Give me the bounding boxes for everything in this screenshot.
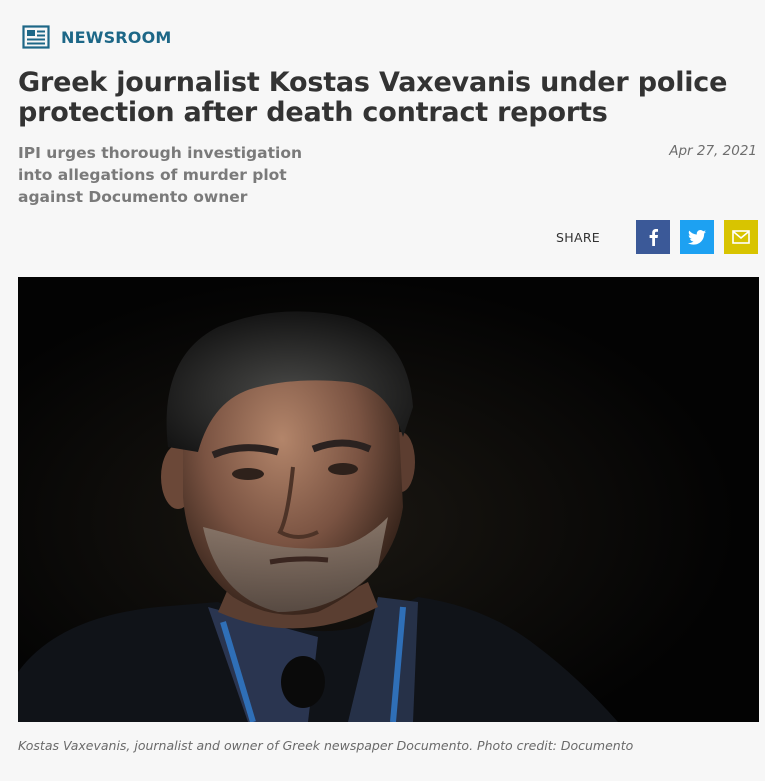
- publish-date: Apr 27, 2021: [669, 143, 757, 159]
- newspaper-icon: [22, 25, 50, 49]
- section-header[interactable]: NEWSROOM: [22, 23, 172, 51]
- email-icon: [732, 230, 750, 244]
- twitter-share-button[interactable]: [680, 220, 714, 254]
- share-bar: SHARE: [556, 220, 758, 254]
- portrait-image: [18, 277, 759, 722]
- twitter-icon: [688, 229, 706, 245]
- facebook-icon: [647, 228, 659, 246]
- facebook-share-button[interactable]: [636, 220, 670, 254]
- email-share-button[interactable]: [724, 220, 758, 254]
- article-title: Greek journalist Kostas Vaxevanis under …: [18, 67, 728, 128]
- section-label[interactable]: NEWSROOM: [61, 28, 172, 47]
- article-page: NEWSROOM Greek journalist Kostas Vaxevan…: [0, 0, 765, 781]
- article-photo: [18, 277, 759, 722]
- photo-caption: Kostas Vaxevanis, journalist and owner o…: [18, 738, 634, 753]
- article-subtitle: IPI urges thorough investigation into al…: [18, 144, 303, 206]
- share-label: SHARE: [556, 229, 600, 245]
